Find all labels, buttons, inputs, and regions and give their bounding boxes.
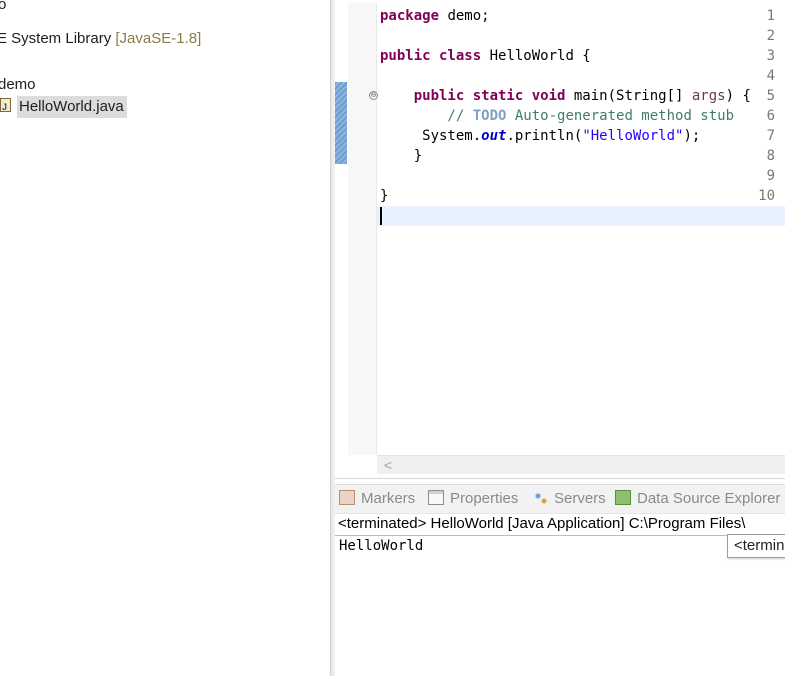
tree-item-project[interactable]: o: [0, 0, 6, 16]
tree-item-package-demo[interactable]: demo: [0, 74, 36, 96]
line-number: 2: [766, 28, 775, 44]
line-number: 6: [766, 108, 775, 124]
line-number: 4: [766, 68, 775, 84]
code-line-8[interactable]: }: [380, 146, 422, 166]
current-line-highlight: [377, 206, 785, 226]
file-label: HelloWorld.java: [17, 96, 127, 118]
data-source-icon: [615, 490, 631, 505]
java-file-icon: [0, 96, 11, 118]
code-editor[interactable]: 1 2 3 4 5 6 7 8 9 10 11 ⊖ package demo; …: [335, 0, 785, 479]
tab-properties[interactable]: Properties: [428, 485, 518, 513]
tree-item-helloworld-java[interactable]: HelloWorld.java: [0, 96, 127, 118]
markers-icon: [339, 490, 355, 505]
package-label: demo: [0, 76, 36, 93]
text-caret: [380, 207, 382, 225]
properties-icon: [428, 490, 444, 505]
horizontal-scrollbar[interactable]: <: [377, 455, 785, 474]
code-line-6[interactable]: // TODO Auto-generated method stub: [380, 106, 734, 126]
code-line-1[interactable]: package demo;: [380, 6, 490, 26]
tooltip: <termin: [727, 534, 785, 558]
jre-version: [JavaSE-1.8]: [115, 30, 202, 47]
code-line-3[interactable]: public class HelloWorld {: [380, 46, 591, 66]
line-number: 10: [758, 188, 775, 204]
console-output-text[interactable]: HelloWorld: [339, 536, 423, 556]
tab-markers[interactable]: Markers: [339, 485, 415, 513]
code-line-7[interactable]: System.out.println("HelloWorld");: [380, 126, 700, 146]
line-number: 3: [766, 48, 775, 64]
jre-label: E System Library: [0, 30, 112, 47]
view-tab-bar: Markers Properties Servers Data Source E…: [335, 484, 785, 514]
tab-data-source-explorer[interactable]: Data Source Explorer: [615, 485, 780, 513]
console-pane: Markers Properties Servers Data Source E…: [335, 484, 785, 676]
tab-servers[interactable]: Servers: [534, 485, 606, 513]
tree-item-jre-system-library[interactable]: E System Library [JavaSE-1.8]: [0, 28, 201, 50]
package-explorer: o E System Library [JavaSE-1.8] demo Hel…: [0, 0, 330, 676]
servers-icon: [534, 492, 548, 505]
project-label-fragment: o: [0, 0, 7, 13]
change-ruler: [335, 82, 347, 164]
line-number: 5: [766, 88, 775, 104]
console-process-label: <terminated> HelloWorld [Java Applicatio…: [335, 513, 785, 536]
line-number: 9: [766, 168, 775, 184]
code-line-5[interactable]: public static void main(String[] args) {: [380, 86, 751, 106]
line-number: 7: [766, 128, 775, 144]
line-number: 1: [766, 8, 775, 24]
scroll-left-icon[interactable]: <: [381, 456, 395, 474]
line-number: 8: [766, 148, 775, 164]
code-line-10[interactable]: }: [380, 186, 388, 206]
fold-collapse-icon[interactable]: ⊖: [369, 91, 378, 100]
line-number-gutter: [348, 3, 377, 455]
